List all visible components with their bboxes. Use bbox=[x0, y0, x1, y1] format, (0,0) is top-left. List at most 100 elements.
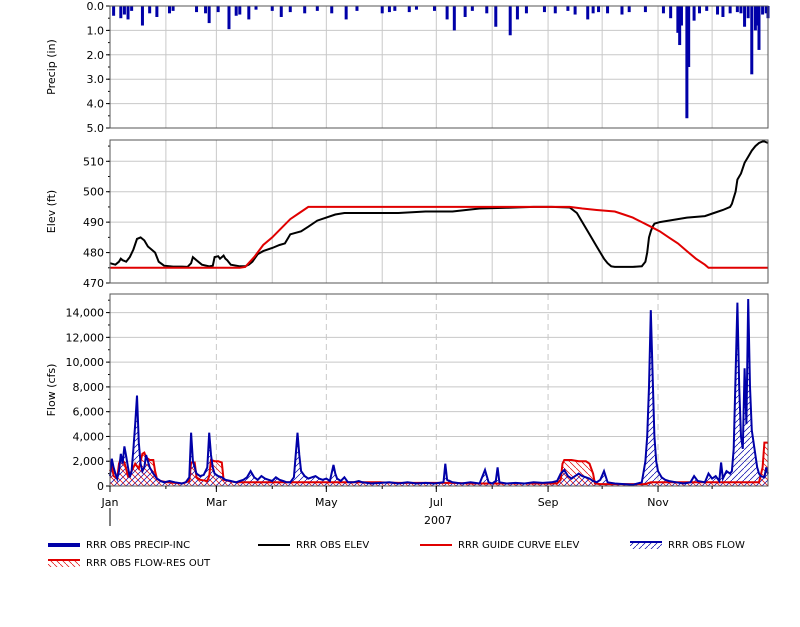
y-axis-label: Flow (cfs) bbox=[45, 364, 58, 417]
x-tick-label: Jul bbox=[429, 496, 443, 509]
precip-bar bbox=[591, 6, 595, 14]
precip-bar bbox=[216, 6, 220, 13]
precip-bar bbox=[204, 6, 208, 14]
precip-bar bbox=[739, 6, 743, 14]
precip-bar bbox=[119, 6, 123, 19]
precip-bar bbox=[148, 6, 152, 14]
x-tick-label: Sep bbox=[538, 496, 559, 509]
y-axis-label: Precip (in) bbox=[45, 39, 58, 95]
precip-bar bbox=[573, 6, 577, 15]
y-tick-label: 14,000 bbox=[66, 307, 105, 320]
y-tick-label: 8,000 bbox=[73, 381, 105, 394]
legend-item-elev: RRR OBS ELEV bbox=[258, 538, 369, 552]
precip-bar bbox=[761, 6, 765, 15]
precip-bar bbox=[387, 6, 391, 13]
precip-bar bbox=[679, 6, 683, 26]
x-tick-label: Mar bbox=[206, 496, 227, 509]
precip-bar bbox=[716, 6, 720, 15]
precip-bar bbox=[597, 6, 601, 13]
legend-swatch-flow bbox=[630, 541, 662, 549]
precip-bar bbox=[692, 6, 696, 21]
precip-bar bbox=[485, 6, 489, 14]
legend-item-resout: RRR OBS FLOW-RES OUT bbox=[48, 556, 210, 570]
precip-bar bbox=[542, 6, 546, 13]
precip-bar bbox=[126, 6, 130, 20]
precip-bar bbox=[407, 6, 411, 13]
y-tick-label: 480 bbox=[83, 247, 104, 260]
legend-label-flow: RRR OBS FLOW bbox=[668, 539, 745, 551]
precip-bar bbox=[344, 6, 348, 20]
precip-bar bbox=[494, 6, 498, 27]
precip-bar bbox=[721, 6, 725, 17]
precip-bar bbox=[207, 6, 211, 24]
precip-bar bbox=[757, 6, 761, 50]
elev-panel: 470 480 490 500 510 Elev (ft) bbox=[45, 139, 769, 290]
precip-bar bbox=[445, 6, 449, 20]
legend-item-guide: RRR GUIDE CURVE ELEV bbox=[420, 538, 579, 552]
precip-bar bbox=[288, 6, 292, 13]
precip-bar bbox=[238, 6, 242, 15]
y-tick-label: 6,000 bbox=[73, 406, 105, 419]
y-tick-label: 2,000 bbox=[73, 455, 105, 468]
precip-bar bbox=[743, 6, 747, 27]
precip-bar bbox=[380, 6, 384, 14]
y-tick-label: 4.0 bbox=[87, 98, 105, 111]
precip-bar bbox=[270, 6, 274, 11]
y-tick-label: 490 bbox=[83, 216, 104, 229]
legend-label-precip: RRR OBS PRECIP-INC bbox=[86, 539, 191, 551]
precip-bar bbox=[414, 6, 418, 10]
x-tick-label: Jan bbox=[101, 496, 119, 509]
precip-bar bbox=[171, 6, 175, 11]
y-tick-label: 510 bbox=[83, 155, 104, 168]
legend-swatch-resout bbox=[48, 559, 80, 567]
y-tick-label: 0.0 bbox=[87, 0, 105, 13]
legend-label-guide: RRR GUIDE CURVE ELEV bbox=[458, 539, 580, 551]
precip-bar bbox=[254, 6, 258, 10]
precip-bar bbox=[750, 6, 754, 75]
precip-bar bbox=[355, 6, 359, 11]
flow-panel: 0 2,000 4,000 6,000 8,000 10,000 12,000 14,000 F… bbox=[45, 293, 769, 493]
precip-bar bbox=[566, 6, 570, 11]
precip-bar bbox=[620, 6, 624, 15]
y-tick-label: 1.0 bbox=[87, 24, 105, 37]
precip-bar bbox=[606, 6, 610, 14]
precip-bar bbox=[705, 6, 709, 11]
precip-bar bbox=[508, 6, 512, 36]
precip-bar bbox=[432, 6, 436, 11]
y-axis-label: Elev (ft) bbox=[45, 190, 58, 233]
legend-item-precip: RRR OBS PRECIP-INC bbox=[48, 538, 190, 552]
precip-bar bbox=[728, 6, 732, 14]
precip-panel: 0.0 1.0 2.0 3.0 4.0 5.0 Precip (in) bbox=[45, 0, 770, 135]
precip-bar bbox=[669, 6, 673, 19]
x-axis: 2007 Jan Mar May Jul Sep Nov bbox=[101, 486, 713, 527]
x-tick-label: May bbox=[315, 496, 338, 509]
plot-background bbox=[110, 6, 768, 128]
precip-bar bbox=[130, 6, 134, 11]
y-tick-label: 5.0 bbox=[87, 122, 105, 135]
precip-bar bbox=[140, 6, 144, 26]
precip-bar bbox=[643, 6, 647, 13]
precip-bar bbox=[247, 6, 251, 20]
y-tick-label: 3.0 bbox=[87, 73, 105, 86]
precip-bar bbox=[122, 6, 126, 15]
legend-swatch-guide bbox=[420, 544, 452, 546]
precip-bar bbox=[687, 6, 691, 67]
precip-bar bbox=[330, 6, 334, 14]
precip-bar bbox=[627, 6, 631, 13]
precip-bar bbox=[470, 6, 474, 11]
precip-bar bbox=[586, 6, 590, 20]
precip-bar bbox=[167, 6, 171, 14]
legend-label-elev: RRR OBS ELEV bbox=[296, 539, 370, 551]
precip-bar bbox=[234, 6, 238, 16]
precip-bar bbox=[452, 6, 456, 31]
precip-bar bbox=[697, 6, 701, 14]
y-tick-label: 4,000 bbox=[73, 430, 105, 443]
hydrograph-chart: 0.0 1.0 2.0 3.0 4.0 5.0 Precip (in) 470 480 490 5… bbox=[45, 0, 770, 527]
precip-bar bbox=[279, 6, 283, 17]
legend-swatch-elev bbox=[258, 544, 290, 546]
precip-bar bbox=[735, 6, 739, 13]
y-tick-label: 12,000 bbox=[66, 331, 105, 344]
legend: RRR OBS PRECIP-INC RRR OBS ELEV RRR GUID… bbox=[0, 536, 800, 576]
precip-bar bbox=[303, 6, 307, 14]
precip-bar bbox=[661, 6, 665, 14]
